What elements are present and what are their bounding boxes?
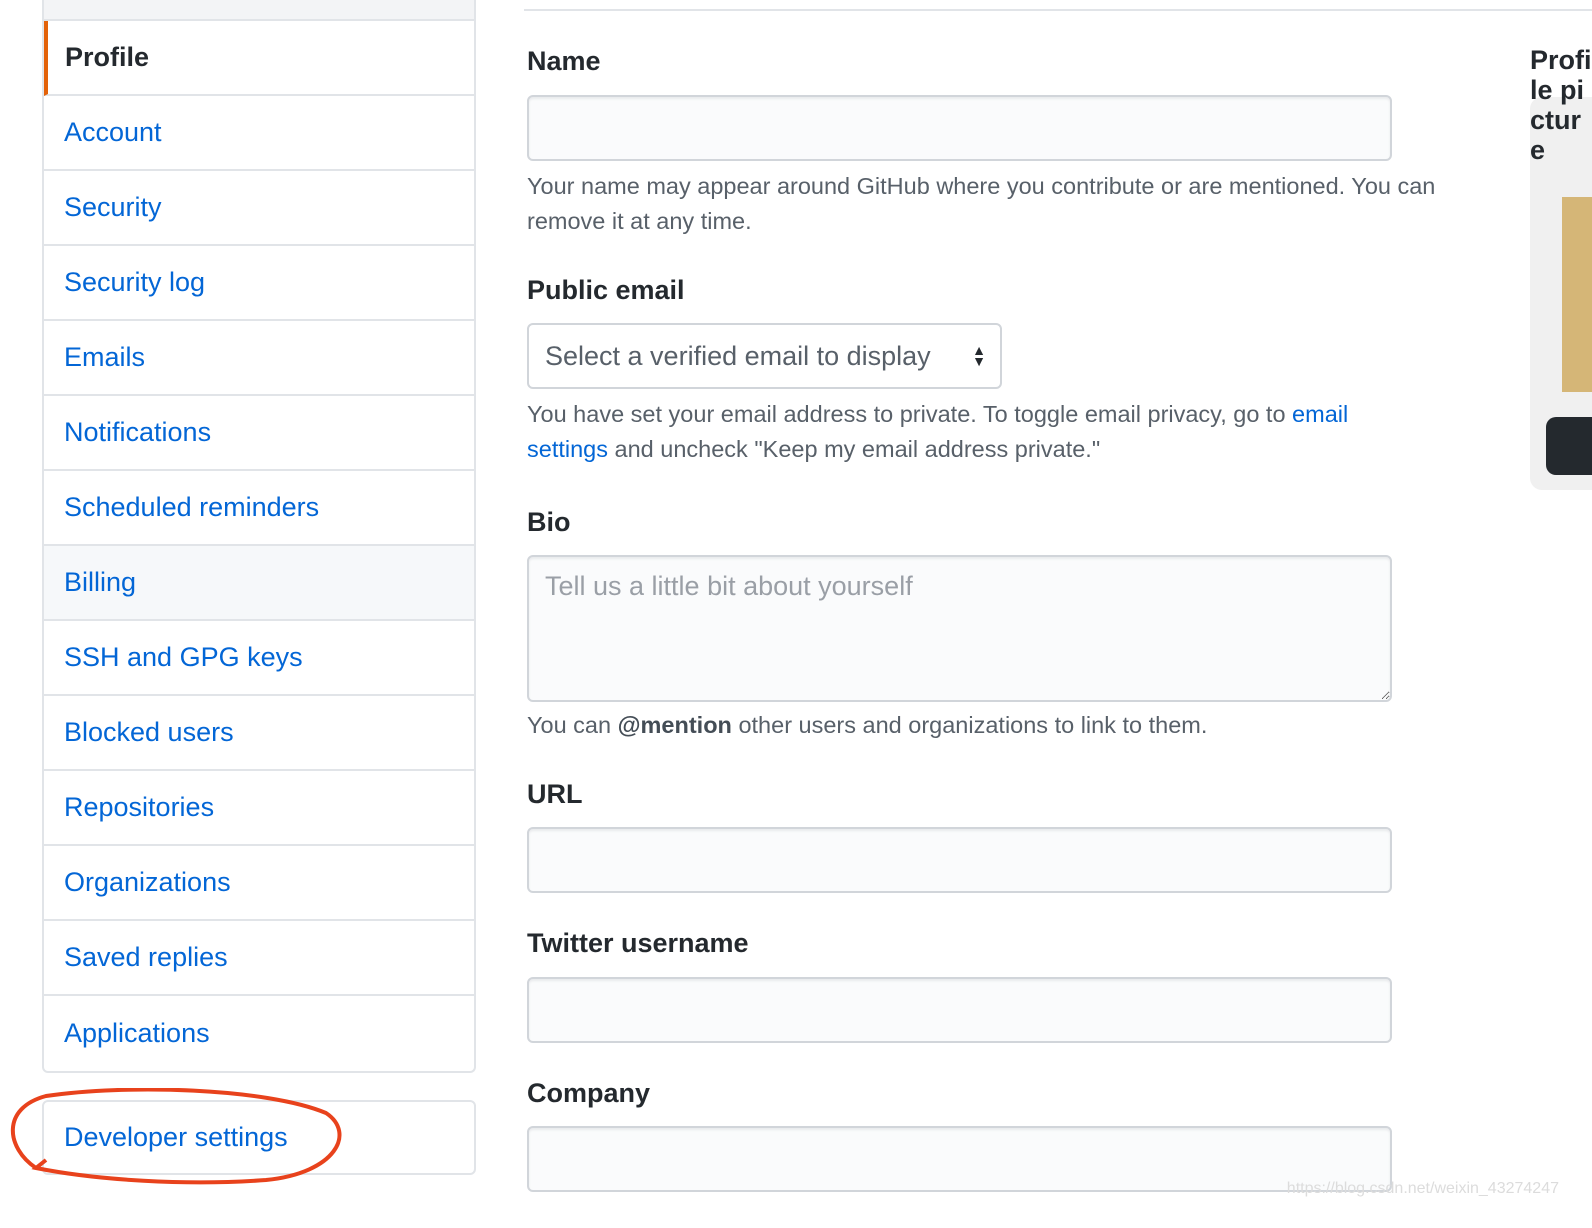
twitter-input[interactable] (527, 977, 1392, 1043)
sidebar-item-scheduled-reminders[interactable]: Scheduled reminders (44, 471, 474, 546)
sidebar-item-account[interactable]: Account (44, 96, 474, 171)
public-email-label: Public email (527, 275, 685, 305)
bio-note: You can @mention other users and organiz… (527, 708, 1457, 743)
sidebar-item-billing[interactable]: Billing (44, 546, 474, 621)
note-text: and uncheck "Keep my email address priva… (608, 436, 1101, 462)
twitter-label: Twitter username (527, 928, 749, 958)
company-input[interactable] (527, 1126, 1392, 1192)
name-note: Your name may appear around GitHub where… (527, 173, 1436, 234)
sidebar-item-saved-replies[interactable]: Saved replies (44, 921, 474, 996)
settings-sidebar: Profile Account Security Security log Emails… (42, 0, 476, 1073)
sidebar-item-security[interactable]: Security (44, 171, 474, 246)
name-input[interactable] (527, 95, 1392, 161)
profile-picture-title: Profile picture (1530, 45, 1592, 165)
bio-label: Bio (527, 507, 571, 537)
divider (524, 9, 1592, 11)
sidebar-item-developer-settings[interactable]: Developer settings (42, 1100, 476, 1175)
note-text: You can (527, 712, 618, 738)
edit-avatar-button[interactable] (1546, 417, 1592, 475)
note-text: You have set your email address to priva… (527, 401, 1293, 427)
company-label: Company (527, 1078, 651, 1108)
sidebar-item-applications[interactable]: Applications (44, 996, 474, 1071)
mention-text: @mention (617, 712, 732, 738)
sidebar-item-profile[interactable]: Profile (44, 21, 474, 96)
public-email-note: You have set your email address to priva… (527, 397, 1417, 467)
sidebar-item-security-log[interactable]: Security log (44, 246, 474, 321)
watermark: https://blog.csdn.net/weixin_43274247 (1286, 1180, 1559, 1197)
note-text: other users and organizations to link to… (731, 712, 1208, 738)
sidebar-header (44, 0, 474, 21)
select-arrows-icon: ▲ ▼ (972, 342, 986, 369)
name-label: Name (527, 46, 601, 76)
sidebar-item-blocked-users[interactable]: Blocked users (44, 696, 474, 771)
public-email-selected: Select a verified email to display (545, 340, 931, 371)
avatar (1562, 197, 1592, 392)
bio-textarea[interactable] (527, 555, 1392, 702)
url-input[interactable] (527, 827, 1392, 893)
sidebar-item-repositories[interactable]: Repositories (44, 771, 474, 846)
public-email-select[interactable]: Select a verified email to display ▲ ▼ (527, 323, 1002, 389)
sidebar-item-organizations[interactable]: Organizations (44, 846, 474, 921)
sidebar-item-ssh-and-gpg-keys[interactable]: SSH and GPG keys (44, 621, 474, 696)
sidebar-item-emails[interactable]: Emails (44, 321, 474, 396)
sidebar-item-notifications[interactable]: Notifications (44, 396, 474, 471)
url-label: URL (527, 779, 583, 809)
